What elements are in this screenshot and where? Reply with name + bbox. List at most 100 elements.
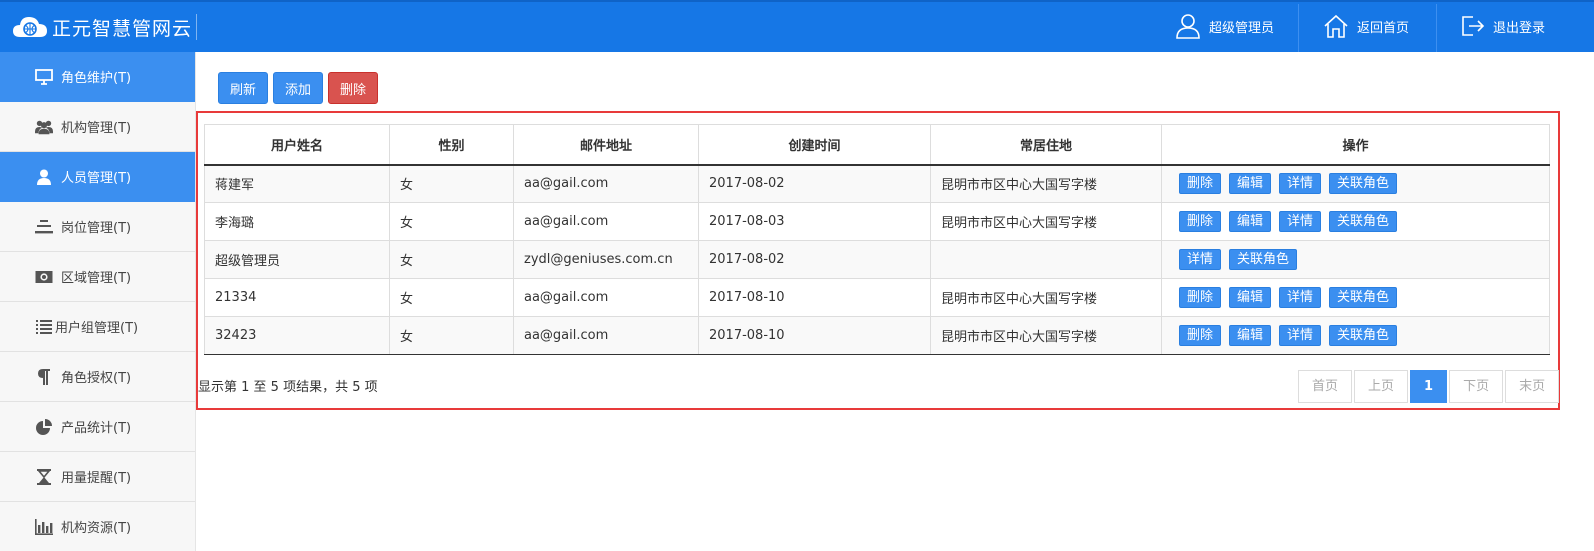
column-header-address[interactable]: 常居住地 xyxy=(930,124,1162,166)
sidebar-item-role-maintenance[interactable]: 角色维护(T) xyxy=(0,52,195,102)
cell-created: 2017-08-10 xyxy=(698,316,931,355)
sidebar-item-label: 产品统计(T) xyxy=(61,421,132,436)
column-header-actions: 操作 xyxy=(1161,124,1550,166)
table-row[interactable]: 李海璐 女 aa@gail.com 2017-08-03 昆明市市区中心大国写字… xyxy=(204,202,1550,241)
cell-gender: 女 xyxy=(389,164,514,203)
sidebar-item-label: 机构管理(T) xyxy=(61,121,132,136)
row-link-role-button[interactable]: 关联角色 xyxy=(1329,325,1398,346)
row-link-role-button[interactable]: 关联角色 xyxy=(1329,211,1398,232)
cell-gender: 女 xyxy=(389,278,514,317)
pagination-info: 显示第 1 至 5 项结果，共 5 项 xyxy=(198,380,378,395)
sidebar-item-label: 角色授权(T) xyxy=(61,371,132,386)
table-row[interactable]: 21334 女 aa@gail.com 2017-08-10 昆明市市区中心大国… xyxy=(204,278,1550,317)
user-table: 用户姓名 性别 邮件地址 创建时间 常居住地 操作 蒋建军 女 aa@gail.… xyxy=(204,124,1550,355)
row-detail-button[interactable]: 详情 xyxy=(1279,211,1322,232)
delete-button[interactable]: 删除 xyxy=(328,72,379,104)
cell-address: 昆明市市区中心大国写字楼 xyxy=(930,164,1162,203)
add-button[interactable]: 添加 xyxy=(273,72,324,104)
row-edit-button[interactable]: 编辑 xyxy=(1229,325,1272,346)
top-bar: 正元智慧管网云 超级管理员 返回首页 退出登录 xyxy=(0,0,1594,52)
table-row[interactable]: 32423 女 aa@gail.com 2017-08-10 昆明市市区中心大国… xyxy=(204,316,1550,355)
hourglass-icon xyxy=(35,468,53,486)
row-delete-button[interactable]: 删除 xyxy=(1179,211,1222,232)
sidebar-item-label: 岗位管理(T) xyxy=(61,221,132,236)
cell-gender: 女 xyxy=(389,240,514,279)
row-link-role-button[interactable]: 关联角色 xyxy=(1229,249,1298,270)
user-menu[interactable]: 超级管理员 xyxy=(1175,0,1274,52)
row-delete-button[interactable]: 删除 xyxy=(1179,325,1222,346)
column-header-email[interactable]: 邮件地址 xyxy=(513,124,699,166)
current-page-button[interactable]: 1 xyxy=(1410,370,1448,403)
pagination: 首页 上页 1 下页 末页 xyxy=(1296,370,1560,403)
cell-name: 32423 xyxy=(204,316,390,355)
cell-created: 2017-08-02 xyxy=(698,164,931,203)
cell-email: aa@gail.com xyxy=(513,278,699,317)
cell-name: 蒋建军 xyxy=(204,164,390,203)
next-page-button[interactable]: 下页 xyxy=(1449,370,1504,403)
first-page-button[interactable]: 首页 xyxy=(1298,370,1353,403)
sidebar-item-role-authorization[interactable]: 角色授权(T) xyxy=(0,352,195,402)
cell-actions: 删除 编辑 详情 关联角色 xyxy=(1161,164,1550,203)
refresh-button[interactable]: 刷新 xyxy=(218,72,269,104)
table-row[interactable]: 蒋建军 女 aa@gail.com 2017-08-02 昆明市市区中心大国写字… xyxy=(204,164,1550,203)
row-edit-button[interactable]: 编辑 xyxy=(1229,287,1272,308)
sidebar-item-org-resources[interactable]: 机构资源(T) xyxy=(0,502,195,551)
sidebar-item-post-management[interactable]: 岗位管理(T) xyxy=(0,202,195,252)
sidebar-item-label: 人员管理(T) xyxy=(61,171,132,186)
column-header-name[interactable]: 用户姓名 xyxy=(204,124,390,166)
cell-address: 昆明市市区中心大国写字楼 xyxy=(930,202,1162,241)
sidebar-item-group-management[interactable]: 用户组管理(T) xyxy=(0,302,195,352)
sidebar-item-label: 机构资源(T) xyxy=(61,521,132,536)
sidebar-item-product-stats[interactable]: 产品统计(T) xyxy=(0,402,195,452)
row-detail-button[interactable]: 详情 xyxy=(1279,287,1322,308)
user-icon xyxy=(1176,14,1200,39)
pilcrow-icon xyxy=(35,368,53,386)
user-name: 超级管理员 xyxy=(1209,20,1275,36)
sidebar-item-area-management[interactable]: 区域管理(T) xyxy=(0,252,195,302)
table-row[interactable]: 超级管理员 女 zydl@geniuses.com.cn 2017-08-02 … xyxy=(204,240,1550,279)
row-detail-button[interactable]: 详情 xyxy=(1279,173,1322,195)
table-header-row: 用户姓名 性别 邮件地址 创建时间 常居住地 操作 xyxy=(204,124,1550,166)
home-icon xyxy=(1324,14,1348,38)
cell-email: aa@gail.com xyxy=(513,164,699,203)
monitor-icon xyxy=(35,68,53,86)
cell-email: aa@gail.com xyxy=(513,316,699,355)
row-edit-button[interactable]: 编辑 xyxy=(1229,173,1272,195)
cell-name: 21334 xyxy=(204,278,390,317)
brand-divider xyxy=(196,14,197,40)
prev-page-button[interactable]: 上页 xyxy=(1354,370,1409,403)
sidebar-item-label: 用量提醒(T) xyxy=(61,471,132,486)
last-page-button[interactable]: 末页 xyxy=(1505,370,1560,403)
row-delete-button[interactable]: 删除 xyxy=(1179,287,1222,308)
row-detail-button[interactable]: 详情 xyxy=(1179,249,1222,270)
row-edit-button[interactable]: 编辑 xyxy=(1229,211,1272,232)
row-delete-button[interactable]: 删除 xyxy=(1179,173,1222,195)
sidebar-item-usage-reminder[interactable]: 用量提醒(T) xyxy=(0,452,195,502)
logout-icon xyxy=(1462,16,1485,36)
brand[interactable]: 正元智慧管网云 xyxy=(12,12,192,42)
row-link-role-button[interactable]: 关联角色 xyxy=(1329,173,1398,195)
cell-address: 昆明市市区中心大国写字楼 xyxy=(930,278,1162,317)
home-link[interactable]: 返回首页 xyxy=(1323,0,1409,52)
cell-created: 2017-08-02 xyxy=(698,240,931,279)
sidebar-item-org-management[interactable]: 机构管理(T) xyxy=(0,102,195,152)
lines-icon xyxy=(35,218,53,236)
row-link-role-button[interactable]: 关联角色 xyxy=(1329,287,1398,308)
users-icon xyxy=(35,118,53,136)
sidebar: 角色维护(T) 机构管理(T) 人员管理(T) 岗位管理(T) 区域管理(T) … xyxy=(0,52,196,551)
cell-created: 2017-08-03 xyxy=(698,202,931,241)
column-header-created[interactable]: 创建时间 xyxy=(698,124,931,166)
cell-actions: 删除 编辑 详情 关联角色 xyxy=(1161,202,1550,241)
sidebar-item-staff-management[interactable]: 人员管理(T) xyxy=(0,152,195,202)
logout-link[interactable]: 退出登录 xyxy=(1461,0,1545,52)
list-icon xyxy=(35,318,53,336)
home-label: 返回首页 xyxy=(1357,20,1410,36)
camera-icon xyxy=(35,268,53,286)
cell-name: 李海璐 xyxy=(204,202,390,241)
column-header-gender[interactable]: 性别 xyxy=(389,124,514,166)
cell-address: 昆明市市区中心大国写字楼 xyxy=(930,316,1162,355)
cell-actions: 删除 编辑 详情 关联角色 xyxy=(1161,278,1550,317)
cell-address xyxy=(930,240,1162,279)
row-detail-button[interactable]: 详情 xyxy=(1279,325,1322,346)
brand-title: 正元智慧管网云 xyxy=(52,17,193,40)
